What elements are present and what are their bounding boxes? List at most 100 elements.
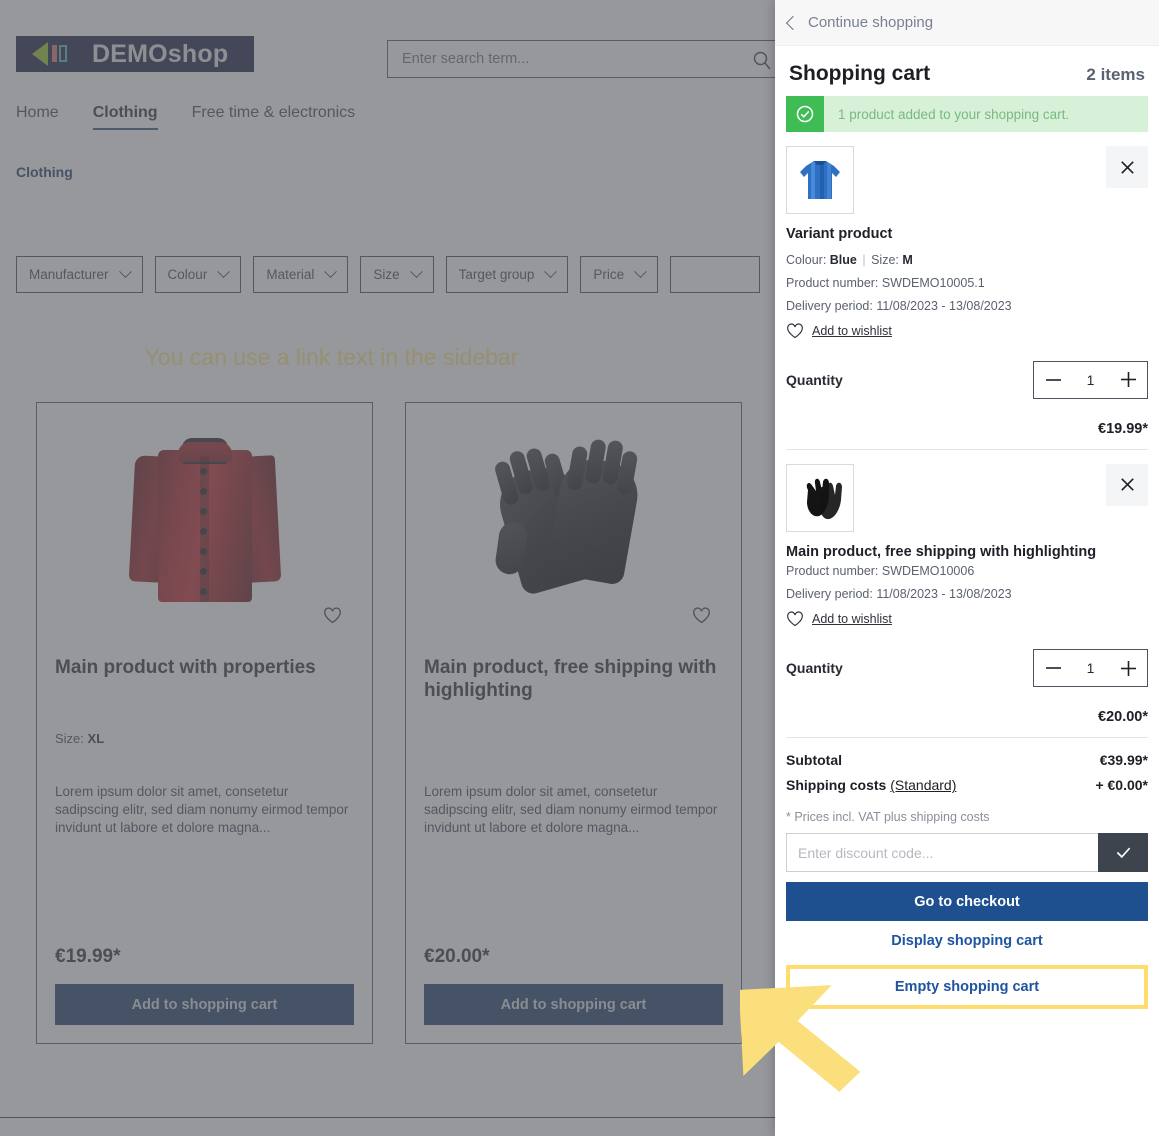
shipping-label-text: Shipping costs bbox=[786, 777, 887, 794]
subtotal-row: Subtotal €39.99* bbox=[786, 752, 1148, 768]
filter-material[interactable]: Material bbox=[253, 256, 349, 293]
plus-icon bbox=[1120, 372, 1136, 388]
cart-item-variant: Colour: Blue | Size: M bbox=[786, 253, 1148, 267]
wishlist-toggle[interactable] bbox=[312, 595, 352, 635]
subtotal-label: Subtotal bbox=[786, 752, 842, 769]
remove-item-button[interactable] bbox=[1106, 146, 1148, 188]
chevron-down-icon bbox=[217, 265, 231, 279]
cart-item-name[interactable]: Main product, free shipping with highlig… bbox=[786, 544, 1148, 562]
cart-item-thumbnail[interactable] bbox=[786, 146, 854, 214]
cart-item-name[interactable]: Variant product bbox=[786, 226, 1148, 244]
cart-success-alert: 1 product added to your shopping cart. bbox=[786, 96, 1148, 132]
cart-item-delivery-period: Delivery period: 11/08/2023 - 13/08/2023 bbox=[786, 298, 1012, 313]
nav-item-free-time-electronics[interactable]: Free time & electronics bbox=[192, 104, 356, 128]
quantity-value[interactable]: 1 bbox=[1072, 372, 1109, 388]
add-to-wishlist-button[interactable]: Add to wishlist bbox=[786, 611, 1148, 627]
subtotal-value: €39.99* bbox=[1099, 752, 1148, 769]
quantity-decrease-button[interactable] bbox=[1034, 362, 1072, 398]
check-icon bbox=[1116, 847, 1130, 859]
heart-icon bbox=[787, 611, 803, 627]
logo-mark-icon bbox=[30, 39, 76, 69]
minus-icon bbox=[1045, 667, 1061, 670]
wishlist-label: Add to wishlist bbox=[812, 612, 892, 627]
chevron-down-icon bbox=[324, 265, 338, 279]
cart-item-price: €20.00* bbox=[1098, 709, 1148, 726]
chevron-down-icon bbox=[634, 265, 648, 279]
apply-discount-button[interactable] bbox=[1098, 833, 1148, 873]
display-shopping-cart-link[interactable]: Display shopping cart bbox=[786, 921, 1148, 961]
product-price: €19.99* bbox=[55, 946, 121, 967]
heart-icon bbox=[787, 323, 803, 338]
cart-item-delivery-period: Delivery period: 11/08/2023 - 13/08/2023 bbox=[786, 587, 1012, 602]
cart-item: Variant product Colour: Blue | Size: M P… bbox=[786, 132, 1148, 450]
quantity-decrease-button[interactable] bbox=[1034, 650, 1072, 686]
filter-more[interactable] bbox=[670, 256, 761, 293]
quantity-stepper[interactable]: 1 bbox=[1033, 360, 1148, 399]
variant-size-label: Size: bbox=[871, 252, 899, 267]
discount-code-row: Enter discount code... bbox=[786, 833, 1148, 873]
add-to-wishlist-button[interactable]: Add to wishlist bbox=[786, 323, 1148, 339]
filter-label: Price bbox=[593, 267, 625, 282]
product-description: Lorem ipsum dolor sit amet, consetetur s… bbox=[424, 784, 718, 836]
cart-item-count: 2 items bbox=[1086, 65, 1145, 84]
nav-item-clothing[interactable]: Clothing bbox=[92, 104, 158, 130]
quantity-increase-button[interactable] bbox=[1109, 650, 1147, 686]
heart-icon bbox=[323, 607, 341, 623]
nav-item-home[interactable]: Home bbox=[16, 104, 59, 128]
quantity-label: Quantity bbox=[786, 371, 843, 388]
add-to-cart-button[interactable]: Add to shopping cart bbox=[55, 984, 354, 1025]
product-card[interactable]: Main product with properties Size: XL Lo… bbox=[36, 402, 373, 1044]
filter-label: Manufacturer bbox=[29, 267, 109, 282]
red-jacket-image bbox=[128, 426, 281, 626]
filter-label: Colour bbox=[167, 267, 208, 282]
product-card[interactable]: Main product, free shipping with highlig… bbox=[405, 402, 742, 1044]
cart-item-product-number: Product number: SWDEMO10005.1 bbox=[786, 275, 985, 290]
product-price: €20.00* bbox=[424, 946, 490, 967]
filter-bar: Manufacturer Colour Material Size Target… bbox=[16, 256, 761, 293]
discount-code-input[interactable]: Enter discount code... bbox=[786, 833, 1098, 873]
product-properties: Size: XL bbox=[55, 731, 354, 749]
wishlist-toggle[interactable] bbox=[681, 595, 721, 635]
variant-colour-value: Blue bbox=[829, 252, 857, 267]
quantity-increase-button[interactable] bbox=[1109, 362, 1147, 398]
filter-label: Size bbox=[373, 267, 400, 282]
remove-item-button[interactable] bbox=[1106, 463, 1148, 506]
chevron-down-icon bbox=[544, 265, 558, 279]
filter-label: Target group bbox=[458, 267, 535, 282]
cart-item-thumbnail[interactable] bbox=[786, 463, 854, 532]
quantity-stepper[interactable]: 1 bbox=[1033, 649, 1148, 688]
filter-size[interactable]: Size bbox=[360, 256, 434, 293]
black-gloves-image bbox=[806, 478, 842, 519]
search-input[interactable]: Enter search term... bbox=[387, 40, 775, 78]
cart-item-product-number: Product number: SWDEMO10006 bbox=[786, 564, 975, 579]
cart-item: Main product, free shipping with highlig… bbox=[786, 450, 1148, 739]
black-gloves-image bbox=[491, 438, 656, 606]
breadcrumb[interactable]: Clothing bbox=[16, 164, 73, 180]
chevron-down-icon bbox=[118, 265, 132, 279]
quantity-value[interactable]: 1 bbox=[1072, 660, 1109, 676]
product-property-value: XL bbox=[87, 731, 105, 746]
filter-manufacturer[interactable]: Manufacturer bbox=[16, 256, 143, 293]
filter-target-group[interactable]: Target group bbox=[445, 256, 569, 293]
search-icon[interactable] bbox=[752, 50, 772, 75]
cart-item-quantity-row: Quantity 1 bbox=[786, 360, 1148, 399]
filter-price[interactable]: Price bbox=[580, 256, 659, 293]
variant-separator: | bbox=[862, 252, 866, 267]
product-description: Lorem ipsum dolor sit amet, consetetur s… bbox=[55, 784, 349, 836]
shipping-value: + €0.00* bbox=[1095, 777, 1148, 794]
vat-note: * Prices incl. VAT plus shipping costs bbox=[786, 810, 990, 825]
check-circle-icon bbox=[786, 96, 824, 132]
product-grid: Main product with properties Size: XL Lo… bbox=[36, 402, 742, 1044]
page-divider bbox=[0, 1117, 775, 1118]
site-logo[interactable]: DEMOshop bbox=[16, 36, 254, 72]
product-image-wrap bbox=[45, 411, 364, 641]
blue-sweater-image bbox=[800, 161, 840, 199]
go-to-checkout-button[interactable]: Go to checkout bbox=[786, 882, 1148, 922]
shipping-method-link[interactable]: (Standard) bbox=[890, 777, 956, 793]
empty-shopping-cart-link[interactable]: Empty shopping cart bbox=[786, 965, 1148, 1010]
product-title: Main product, free shipping with highlig… bbox=[424, 657, 717, 701]
continue-shopping-button[interactable]: Continue shopping bbox=[775, 0, 1159, 46]
filter-colour[interactable]: Colour bbox=[154, 256, 242, 293]
close-icon bbox=[1120, 478, 1134, 491]
add-to-cart-button[interactable]: Add to shopping cart bbox=[424, 984, 723, 1025]
